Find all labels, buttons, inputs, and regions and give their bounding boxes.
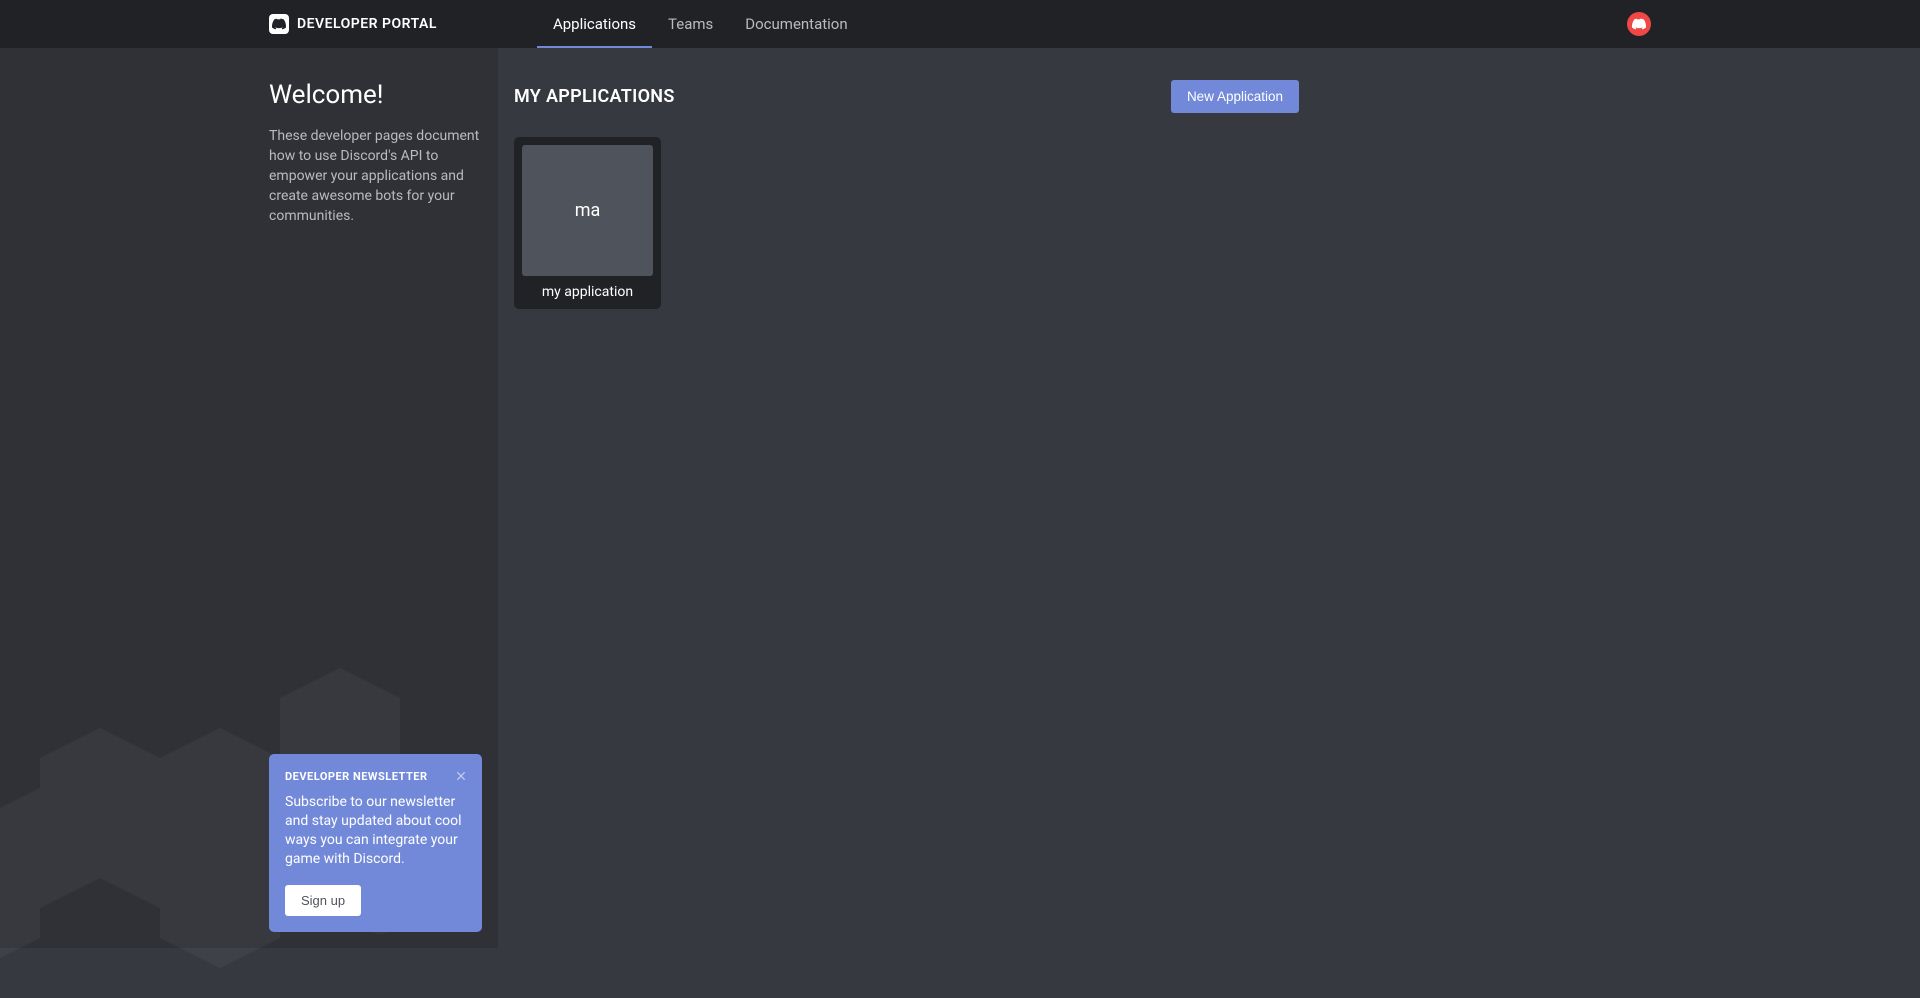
- application-thumbnail: ma: [522, 145, 653, 276]
- discord-logo-icon: [269, 14, 289, 34]
- tab-documentation[interactable]: Documentation: [729, 0, 863, 48]
- welcome-text: These developer pages document how to us…: [269, 126, 482, 226]
- header-brand: DEVELOPER PORTAL: [269, 14, 437, 34]
- application-name: my application: [522, 284, 653, 300]
- main-content: MY APPLICATIONS New Application ma my ap…: [498, 48, 1920, 948]
- newsletter-card: DEVELOPER NEWSLETTER Subscribe to our ne…: [269, 754, 482, 932]
- application-initials: ma: [575, 200, 601, 221]
- newsletter-title: DEVELOPER NEWSLETTER: [285, 770, 466, 783]
- application-card[interactable]: ma my application: [514, 137, 661, 309]
- nav-tabs: Applications Teams Documentation: [537, 0, 864, 48]
- page-title: MY APPLICATIONS: [514, 86, 675, 107]
- signup-button[interactable]: Sign up: [285, 885, 361, 916]
- tab-label: Teams: [668, 15, 713, 33]
- tab-teams[interactable]: Teams: [652, 0, 729, 48]
- tab-label: Documentation: [745, 15, 847, 33]
- top-header: DEVELOPER PORTAL Applications Teams Docu…: [0, 0, 1920, 48]
- user-avatar[interactable]: [1627, 12, 1651, 36]
- tab-label: Applications: [553, 15, 636, 33]
- content: Welcome! These developer pages document …: [0, 48, 1920, 948]
- portal-title: DEVELOPER PORTAL: [297, 16, 437, 32]
- tab-applications[interactable]: Applications: [537, 0, 652, 48]
- welcome-title: Welcome!: [269, 80, 482, 110]
- close-icon[interactable]: [454, 768, 468, 787]
- newsletter-body: Subscribe to our newsletter and stay upd…: [285, 793, 466, 869]
- new-application-button[interactable]: New Application: [1171, 80, 1299, 113]
- main-header: MY APPLICATIONS New Application: [514, 80, 1299, 113]
- sidebar: Welcome! These developer pages document …: [0, 48, 498, 948]
